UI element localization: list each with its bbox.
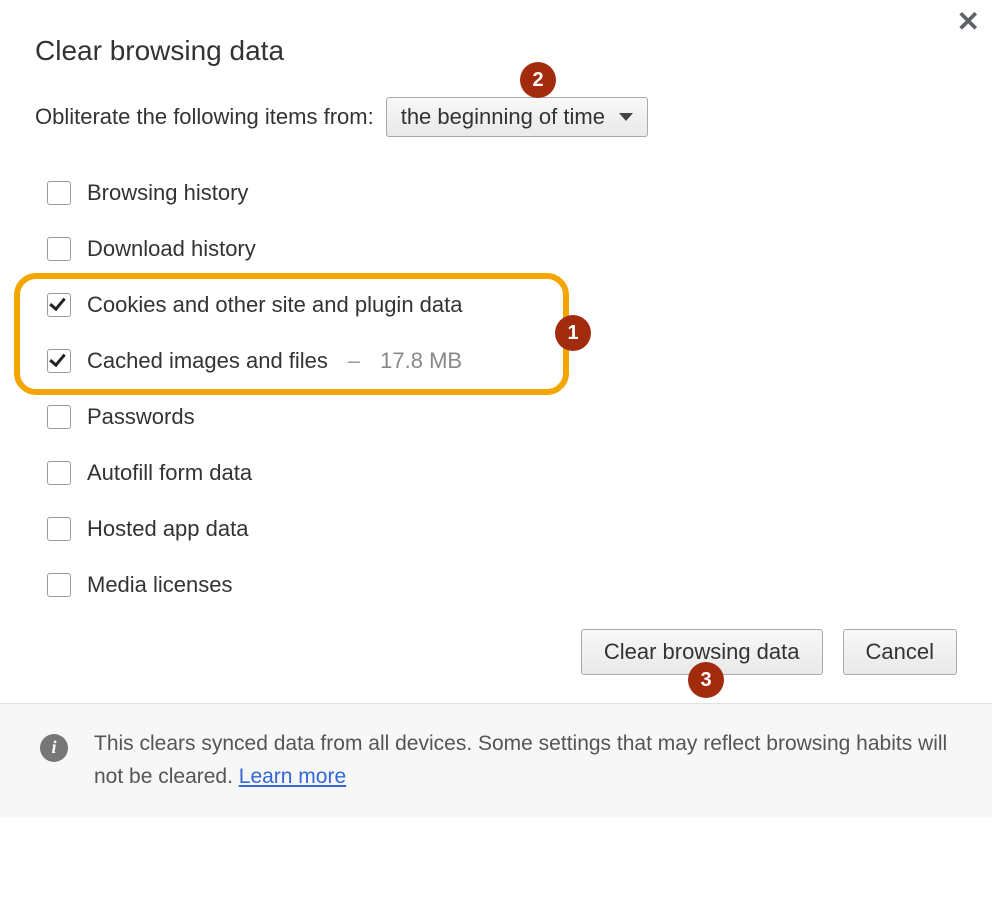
- item-label: Passwords: [87, 404, 195, 430]
- time-range-row: Obliterate the following items from: the…: [35, 97, 957, 137]
- dialog-title: Clear browsing data: [35, 35, 957, 67]
- list-item: Cached images and files–17.8 MB: [47, 333, 957, 389]
- checkbox[interactable]: [47, 349, 71, 373]
- item-label: Autofill form data: [87, 460, 252, 486]
- footer-text: This clears synced data from all devices…: [94, 728, 952, 793]
- clear-browsing-data-button[interactable]: Clear browsing data: [581, 629, 823, 675]
- checkbox[interactable]: [47, 517, 71, 541]
- list-item: Browsing history: [47, 165, 957, 221]
- item-label: Cached images and files: [87, 348, 328, 374]
- time-range-value: the beginning of time: [401, 104, 605, 130]
- list-item: Cookies and other site and plugin data: [47, 277, 957, 333]
- item-label: Hosted app data: [87, 516, 248, 542]
- list-item: Autofill form data: [47, 445, 957, 501]
- checkbox[interactable]: [47, 237, 71, 261]
- footer-message: This clears synced data from all devices…: [94, 732, 947, 788]
- time-range-label: Obliterate the following items from:: [35, 104, 374, 130]
- list-item: Passwords: [47, 389, 957, 445]
- close-icon[interactable]: ✕: [957, 5, 980, 38]
- item-label: Download history: [87, 236, 256, 262]
- size-separator: –: [348, 348, 360, 374]
- data-types-list: Browsing history Download history Cookies …: [47, 165, 957, 613]
- item-label: Media licenses: [87, 572, 233, 598]
- item-label: Browsing history: [87, 180, 248, 206]
- info-icon: i: [40, 734, 68, 762]
- checkbox[interactable]: [47, 405, 71, 429]
- clear-browsing-data-dialog: ✕ Clear browsing data Obliterate the fol…: [0, 0, 992, 703]
- checkbox[interactable]: [47, 461, 71, 485]
- footer-note: i This clears synced data from all devic…: [0, 703, 992, 817]
- cancel-button[interactable]: Cancel: [843, 629, 957, 675]
- checkbox[interactable]: [47, 573, 71, 597]
- list-item: Download history: [47, 221, 957, 277]
- chevron-down-icon: [619, 113, 633, 121]
- list-item: Hosted app data: [47, 501, 957, 557]
- checkbox[interactable]: [47, 293, 71, 317]
- learn-more-link[interactable]: Learn more: [239, 765, 346, 788]
- item-label: Cookies and other site and plugin data: [87, 292, 462, 318]
- list-item: Media licenses: [47, 557, 957, 613]
- checkbox[interactable]: [47, 181, 71, 205]
- time-range-select[interactable]: the beginning of time: [386, 97, 648, 137]
- item-size: 17.8 MB: [380, 348, 462, 374]
- dialog-buttons: Clear browsing data Cancel: [35, 613, 957, 703]
